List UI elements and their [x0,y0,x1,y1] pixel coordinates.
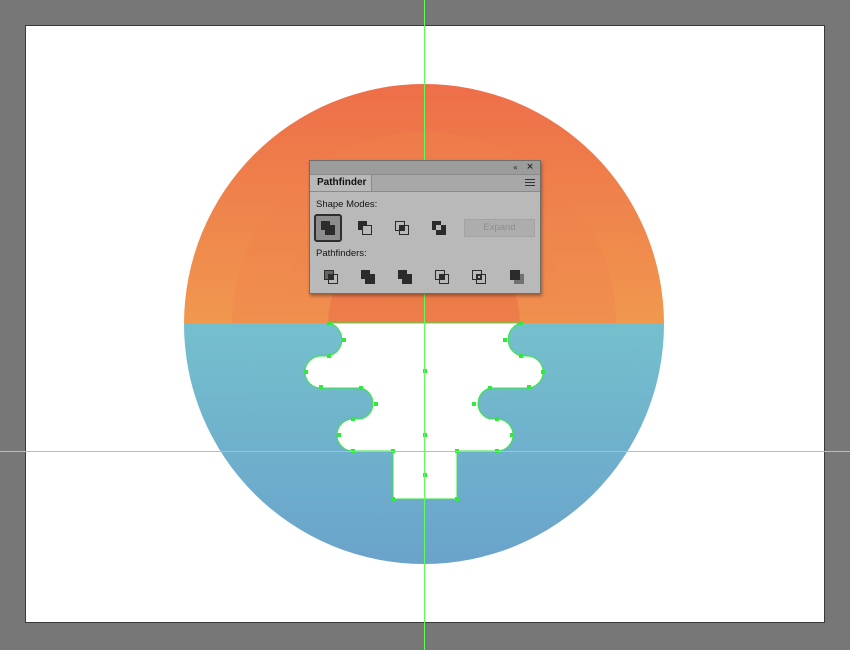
merge-icon [398,270,412,284]
merge-button[interactable] [394,266,416,288]
expand-button[interactable]: Expand [464,219,535,237]
divide-icon [324,270,338,284]
outline-icon [472,270,486,284]
collapse-icon[interactable]: « [508,161,522,174]
unite-button[interactable] [314,214,342,242]
exclude-icon [432,221,446,235]
pathfinder-panel: « × Pathfinder Shape Modes: Expand Pathf… [309,160,541,294]
crop-icon [435,270,449,284]
crop-button[interactable] [431,266,453,288]
panel-titlebar[interactable]: « × [310,161,540,175]
panel-menu-icon[interactable] [525,179,535,187]
trim-button[interactable] [357,266,379,288]
minus-back-button[interactable] [506,266,528,288]
panel-tabbar: Pathfinder [310,175,540,192]
vertical-guide[interactable] [424,0,425,650]
minus-front-button[interactable] [354,217,376,239]
horizontal-guide[interactable] [0,451,850,452]
minus-front-icon [358,221,372,235]
intersect-button[interactable] [391,217,413,239]
close-icon[interactable]: × [523,161,537,174]
outline-button[interactable] [468,266,490,288]
artwork-canvas [184,84,664,564]
divide-button[interactable] [320,266,342,288]
unite-icon [321,221,335,235]
minus-back-icon [510,270,524,284]
pathfinders-label: Pathfinders: [316,248,367,259]
intersect-icon [395,221,409,235]
shape-modes-label: Shape Modes: [316,199,378,210]
trim-icon [361,270,375,284]
exclude-button[interactable] [428,217,450,239]
tab-pathfinder[interactable]: Pathfinder [310,175,372,191]
